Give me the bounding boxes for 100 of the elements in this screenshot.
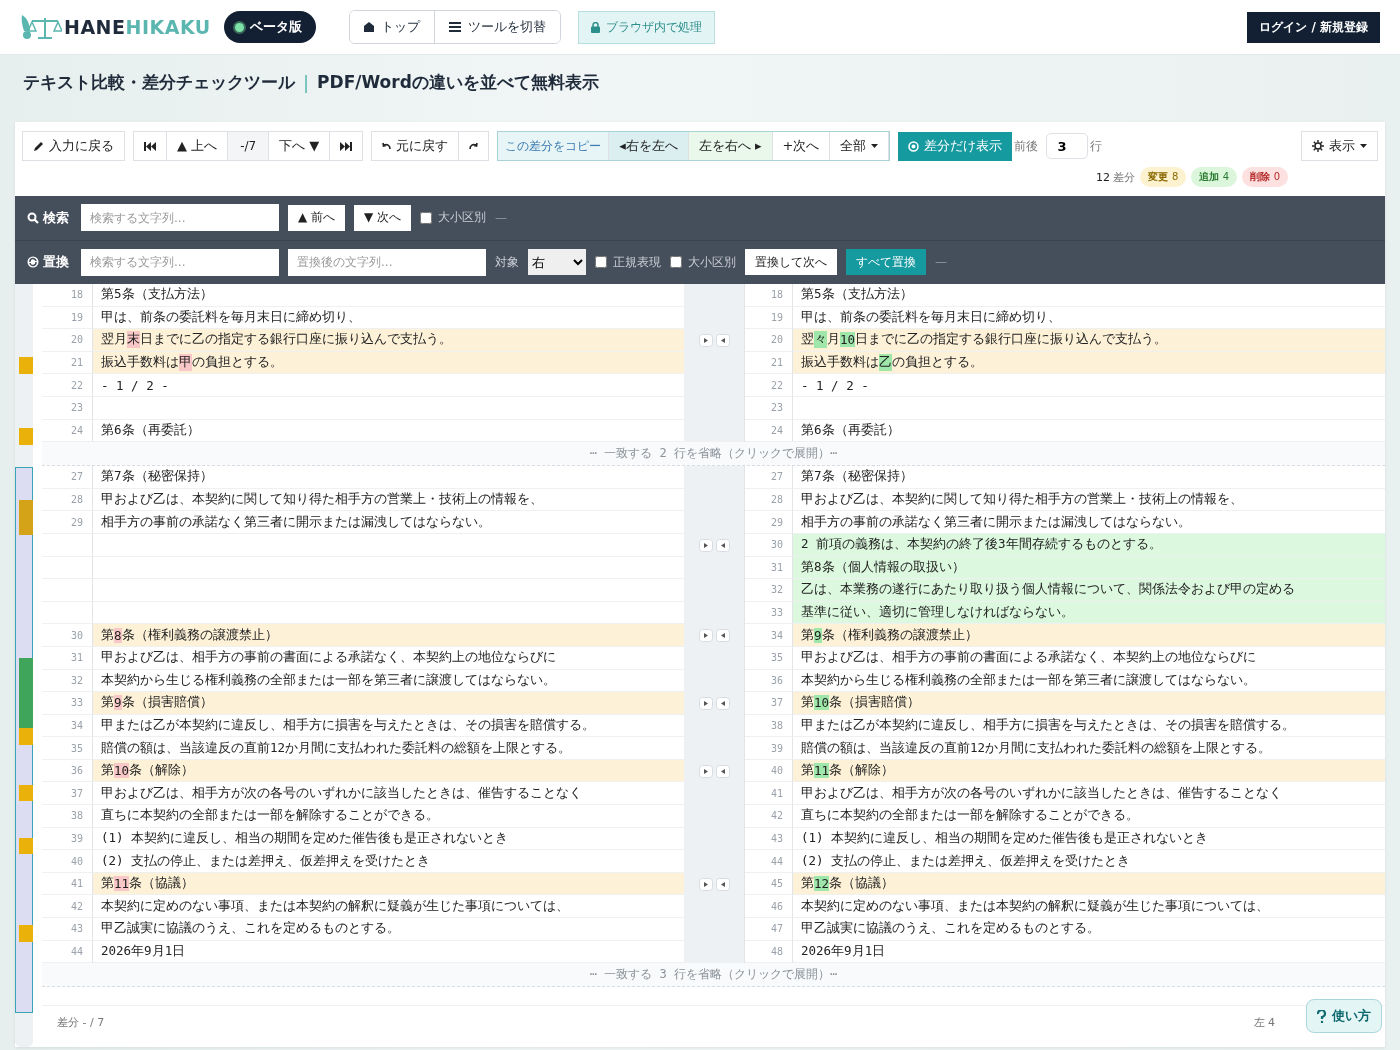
next-diff-button[interactable]: 下へ ▼: [269, 131, 331, 161]
help-button[interactable]: 使い方: [1306, 999, 1382, 1033]
login-button[interactable]: ログイン / 新規登録: [1247, 11, 1380, 43]
line-number: 42: [42, 895, 92, 919]
line-number: 35: [42, 737, 92, 760]
menu-icon: [448, 22, 461, 32]
checkbox[interactable]: [420, 211, 433, 224]
title-separator: |: [303, 71, 310, 93]
line-number: 23: [42, 396, 92, 420]
line-number: 39: [42, 827, 92, 851]
line-number: 29: [745, 511, 792, 534]
cycle-icon: [27, 256, 39, 269]
line-text: - 1 / 2 -: [92, 374, 684, 397]
replace-next-button[interactable]: 置換して次へ: [745, 249, 837, 276]
line-text: 第5条（支払方法）: [92, 284, 684, 307]
search-label: 検索: [27, 208, 72, 227]
overview-marker: [19, 500, 33, 535]
last-diff-button[interactable]: [330, 131, 364, 161]
line-number: 18: [42, 284, 92, 307]
redo-button[interactable]: [459, 131, 490, 161]
left-to-right-button[interactable]: 左を右へ ▸: [688, 132, 773, 160]
line-text: (2) 支払の停止、または差押え、仮差押えを受けたとき: [792, 850, 1385, 873]
line-number: 43: [745, 827, 792, 851]
target-select[interactable]: 右: [528, 249, 586, 276]
line-text: 甲または乙が本契約に違反し、相手方に損害を与えたときは、その損害を賠償する。: [792, 714, 1385, 738]
undo-button[interactable]: 元に戻す: [371, 131, 460, 161]
line-text: 振込手数料は甲の負担とする。: [92, 351, 684, 375]
redo-icon: [469, 142, 479, 150]
line-number: 27: [42, 466, 92, 489]
line-text: 乙は、本業務の遂行にあたり取り扱う個人情報について、関係法令および甲の定める: [792, 579, 1385, 602]
view-settings-button[interactable]: 表示: [1301, 131, 1378, 161]
line-text: 甲および乙は、相手方の事前の書面による承諾なく、本契約上の地位ならびに: [792, 646, 1385, 670]
search-next-button[interactable]: ▼ 次へ: [354, 204, 412, 231]
line-text: 甲および乙は、本契約に関して知り得た相手方の営業上・技術上の情報を、: [92, 488, 684, 512]
line-text: 甲および乙は、相手方が次の各号のいずれかに該当したときは、催告することなく: [792, 782, 1385, 806]
line-text: 第8条（個人情報の取扱い）: [792, 556, 1385, 580]
line-text: 甲および乙は、相手方が次の各号のいずれかに該当したときは、催告することなく: [92, 782, 684, 806]
line-text: 第5条（支払方法）: [792, 284, 1385, 307]
lock-icon: [590, 21, 600, 33]
toggle-icon: [908, 140, 920, 152]
line-text: 第9条（損害賠償）: [92, 692, 684, 715]
merge-arrows-icon[interactable]: [698, 764, 730, 778]
merge-arrows-icon[interactable]: [698, 538, 730, 552]
line-text: 第10条（損害賠償）: [792, 692, 1385, 715]
overview-marker: [19, 357, 33, 374]
diff-overview-bar[interactable]: [15, 284, 33, 1047]
home-icon: [363, 22, 374, 32]
nav-button[interactable]: トップ: [349, 11, 435, 43]
find-field[interactable]: 検索する文字列...: [81, 248, 279, 276]
line-text: 直ちに本契約の全部または一部を解除することができる。: [792, 805, 1385, 828]
question-icon: [1317, 1009, 1326, 1023]
merge-arrows-icon[interactable]: [698, 877, 730, 891]
line-text: 第7条（秘密保持）: [792, 466, 1385, 489]
diff-position: -/7: [228, 131, 270, 161]
checkbox[interactable]: [595, 256, 607, 269]
line-number: 28: [745, 488, 792, 512]
merge-arrows-icon[interactable]: [698, 629, 730, 643]
line-number: 43: [42, 918, 92, 941]
line-number: 34: [42, 714, 92, 738]
copy-diff-button[interactable]: この差分をコピー: [498, 132, 610, 160]
merge-gutter: [684, 284, 745, 307]
line-number: 42: [745, 805, 792, 828]
line-number: 38: [745, 714, 792, 738]
overview-marker: [19, 785, 33, 801]
merge-gutter: [684, 419, 745, 443]
search-field[interactable]: 検索する文字列...: [81, 204, 279, 232]
page-subtitle: PDF/Wordの違いを並べて無料表示: [317, 70, 599, 94]
checkbox-label: 大小区別: [438, 209, 487, 227]
line-text: 第8条（権利義務の譲渡禁止）: [92, 624, 684, 647]
context-lines-field[interactable]: 3: [1046, 133, 1089, 159]
pencil-icon: [33, 140, 44, 152]
line-text: 本契約に定めのない事項、または本契約の解釈に疑義が生じた事項については、: [792, 895, 1385, 919]
line-number: 41: [745, 782, 792, 806]
caret-icon: [1360, 144, 1367, 148]
context-unit: 行: [1090, 137, 1103, 155]
checkbox-label: 正規表現: [613, 253, 661, 271]
line-text: 第11条（協議）: [92, 872, 684, 896]
line-number: 32: [42, 669, 92, 693]
merge-arrows-icon[interactable]: [698, 696, 730, 710]
logo-text[interactable]: HANEHIKAKU: [64, 16, 211, 38]
replace-field[interactable]: 置換後の文字列...: [288, 248, 486, 276]
merge-arrows-icon[interactable]: [698, 334, 730, 347]
line-number: 38: [42, 805, 92, 828]
undo-icon: [382, 142, 392, 150]
line-text: 本契約に定めのない事項、または本契約の解釈に疑義が生じた事項については、: [92, 895, 684, 919]
line-text: 第9条（権利義務の譲渡禁止）: [792, 624, 1385, 647]
first-diff-button[interactable]: [133, 131, 167, 161]
line-text: 第7条（秘密保持）: [92, 466, 684, 489]
overview-marker: [19, 428, 33, 445]
back-to-input-button[interactable]: 入力に戻る: [22, 131, 125, 161]
line-text: (2) 支払の停止、または差押え、仮差押えを受けたとき: [92, 850, 684, 873]
right-to-left-button[interactable]: ◂右を左へ: [609, 132, 689, 160]
line-number: 44: [745, 850, 792, 873]
search-previous-button[interactable]: ▲ 前へ: [288, 204, 346, 231]
line-text: (1) 本契約に違反し、相当の期間を定めた催告後も是正されないとき: [92, 827, 684, 851]
line-text: 第11条（解除）: [792, 759, 1385, 783]
checkbox[interactable]: [670, 256, 682, 269]
line-number: 29: [42, 511, 92, 534]
previous-diff-button[interactable]: ▲ 上へ: [167, 131, 229, 161]
scale-logo-icon: [20, 13, 62, 41]
